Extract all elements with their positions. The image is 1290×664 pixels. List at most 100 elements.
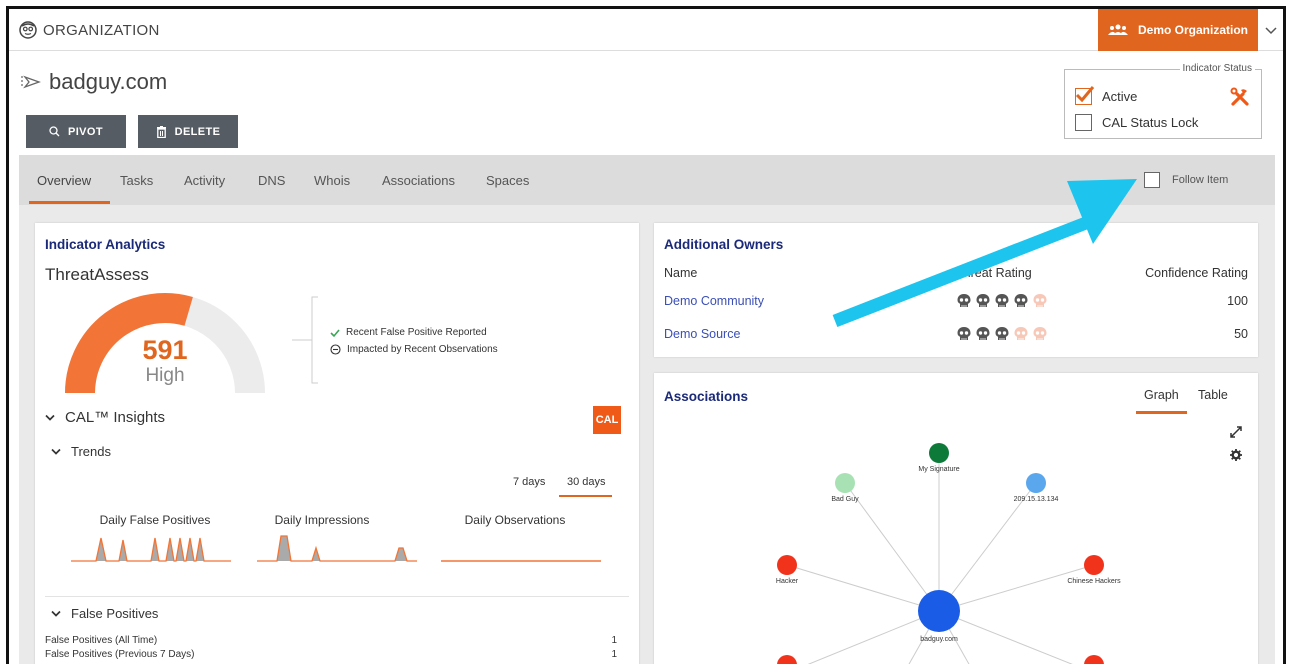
daily-impressions-sparkline bbox=[257, 535, 417, 562]
additional-owners-card: Additional Owners Name Threat Rating Con… bbox=[654, 223, 1258, 357]
false-positives-label: False Positives bbox=[71, 606, 159, 621]
tab-tasks[interactable]: Tasks bbox=[120, 173, 153, 188]
owners-col-name: Name bbox=[664, 266, 698, 280]
graph-node-center[interactable] bbox=[918, 590, 960, 632]
graph-node-chinese-hackers[interactable] bbox=[1084, 555, 1104, 575]
section-divider bbox=[45, 596, 629, 597]
false-positive-flag-text: Recent False Positive Reported bbox=[346, 327, 487, 338]
app-window: ORGANIZATION Demo Organization badguy.co… bbox=[6, 6, 1286, 664]
tab-spaces[interactable]: Spaces bbox=[486, 173, 529, 188]
graph-node[interactable] bbox=[1084, 655, 1104, 664]
false-positives-toggle[interactable]: False Positives bbox=[51, 606, 158, 621]
associations-card: Associations Graph Table My Signature Ba… bbox=[654, 373, 1258, 664]
tab-activity[interactable]: Activity bbox=[184, 173, 225, 188]
threat-rating-skulls bbox=[956, 293, 1051, 309]
cal-status-lock-label: CAL Status Lock bbox=[1102, 115, 1199, 130]
delete-button[interactable]: DELETE bbox=[138, 115, 238, 148]
active-label: Active bbox=[1102, 89, 1138, 104]
fp-row-value: 1 bbox=[611, 635, 617, 646]
check-icon bbox=[330, 328, 340, 337]
owners-col-threat-rating: Threat Rating bbox=[956, 266, 1032, 280]
indicator-status-legend: Indicator Status bbox=[1179, 63, 1255, 74]
chevron-down-icon[interactable] bbox=[1261, 21, 1281, 41]
cal-status-lock-row[interactable]: CAL Status Lock bbox=[1075, 114, 1198, 131]
threat-level: High bbox=[145, 365, 185, 386]
observations-flag-text: Impacted by Recent Observations bbox=[347, 344, 498, 355]
bracket-divider bbox=[292, 296, 318, 384]
trends-label: Trends bbox=[71, 444, 111, 459]
follow-item[interactable]: Follow Item bbox=[1144, 172, 1228, 188]
users-icon bbox=[1107, 24, 1128, 35]
indicator-analytics-card: Indicator Analytics ThreatAssess 591 Hig… bbox=[35, 223, 639, 664]
active-checkbox[interactable] bbox=[1075, 86, 1095, 105]
indicator-analytics-title: Indicator Analytics bbox=[45, 237, 166, 252]
tools-icon[interactable] bbox=[1229, 86, 1251, 108]
indicator-title: badguy.com bbox=[19, 69, 167, 95]
daily-observations-sparkline bbox=[441, 560, 601, 562]
graph-node-ip[interactable] bbox=[1026, 473, 1046, 493]
follow-item-label: Follow Item bbox=[1172, 174, 1229, 186]
follow-item-checkbox[interactable] bbox=[1144, 172, 1160, 188]
skull-icon-empty bbox=[1014, 327, 1028, 340]
pivot-button-label: PIVOT bbox=[67, 125, 103, 138]
checkmark-icon bbox=[1075, 86, 1095, 103]
tab-whois[interactable]: Whois bbox=[314, 173, 350, 188]
daily-false-positives-label: Daily False Positives bbox=[99, 513, 211, 527]
delete-button-label: DELETE bbox=[174, 125, 221, 138]
node-label-hacker: Hacker bbox=[775, 578, 799, 585]
threat-score: 591 bbox=[142, 335, 188, 365]
graph-node-my-signature[interactable] bbox=[929, 443, 949, 463]
skull-icon-filled bbox=[1014, 294, 1028, 307]
indicator-title-text: badguy.com bbox=[49, 69, 168, 94]
node-label-bad-guy: Bad Guy bbox=[831, 496, 859, 503]
daily-impressions-label: Daily Impressions bbox=[274, 513, 370, 527]
minus-circle-icon bbox=[330, 344, 341, 355]
threat-rating-skulls bbox=[956, 326, 1051, 342]
tab-associations[interactable]: Associations bbox=[382, 173, 455, 188]
skull-icon-filled bbox=[957, 327, 971, 340]
graph-node[interactable] bbox=[777, 655, 797, 664]
daily-observations-label: Daily Observations bbox=[464, 513, 566, 527]
chevron-down-icon bbox=[51, 610, 61, 617]
cal-insights-label: CAL™ Insights bbox=[65, 409, 166, 426]
node-label-chinese-hackers: Chinese Hackers bbox=[1067, 578, 1121, 585]
org-title-text: ORGANIZATION bbox=[43, 21, 160, 39]
confidence-value: 100 bbox=[1227, 294, 1248, 308]
confidence-value: 50 bbox=[1234, 327, 1248, 341]
graph-node-bad-guy[interactable] bbox=[835, 473, 855, 493]
cal-insights-toggle[interactable]: CAL™ Insights bbox=[45, 409, 165, 426]
false-positive-flag: Recent False Positive Reported bbox=[330, 327, 487, 338]
tab-overview[interactable]: Overview bbox=[37, 173, 91, 188]
skull-icon-empty bbox=[1033, 327, 1047, 340]
node-label-center: badguy.com bbox=[920, 636, 958, 643]
threat-assess-label: ThreatAssess bbox=[45, 265, 149, 284]
fp-row-all-time: False Positives (All Time) 1 bbox=[45, 635, 617, 646]
organization-button[interactable]: Demo Organization bbox=[1098, 9, 1258, 51]
node-label-my-signature: My Signature bbox=[918, 466, 960, 473]
observations-flag: Impacted by Recent Observations bbox=[330, 344, 498, 355]
tab-dns[interactable]: DNS bbox=[258, 173, 285, 188]
trends-toggle[interactable]: Trends bbox=[51, 444, 111, 459]
active-tab-indicator bbox=[29, 201, 110, 204]
node-label-ip: 209.15.13.134 bbox=[1013, 496, 1059, 503]
owner-demo-source-link[interactable]: Demo Source bbox=[664, 327, 740, 341]
cal-logo: CAL bbox=[593, 406, 621, 434]
host-icon bbox=[21, 75, 41, 89]
active-checkbox-row[interactable]: Active bbox=[1075, 86, 1138, 105]
skull-icon-filled bbox=[957, 294, 971, 307]
fp-row-7-days: False Positives (Previous 7 Days) 1 bbox=[45, 649, 617, 660]
owner-demo-community-link[interactable]: Demo Community bbox=[664, 294, 764, 308]
daily-false-positives-sparkline bbox=[71, 537, 231, 562]
top-bar: ORGANIZATION Demo Organization bbox=[9, 9, 1283, 51]
skull-icon-empty bbox=[1033, 294, 1047, 307]
range-7-days[interactable]: 7 days bbox=[513, 476, 545, 488]
skull-icon-filled bbox=[995, 294, 1009, 307]
range-30-days[interactable]: 30 days bbox=[567, 476, 606, 488]
organization-button-label: Demo Organization bbox=[1137, 23, 1248, 37]
chevron-down-icon bbox=[51, 448, 61, 455]
fp-row-label: False Positives (All Time) bbox=[45, 635, 158, 646]
cal-status-lock-checkbox[interactable] bbox=[1075, 114, 1092, 131]
graph-node-hacker[interactable] bbox=[777, 555, 797, 575]
pivot-button[interactable]: PIVOT bbox=[26, 115, 126, 148]
active-range-indicator bbox=[559, 495, 612, 497]
